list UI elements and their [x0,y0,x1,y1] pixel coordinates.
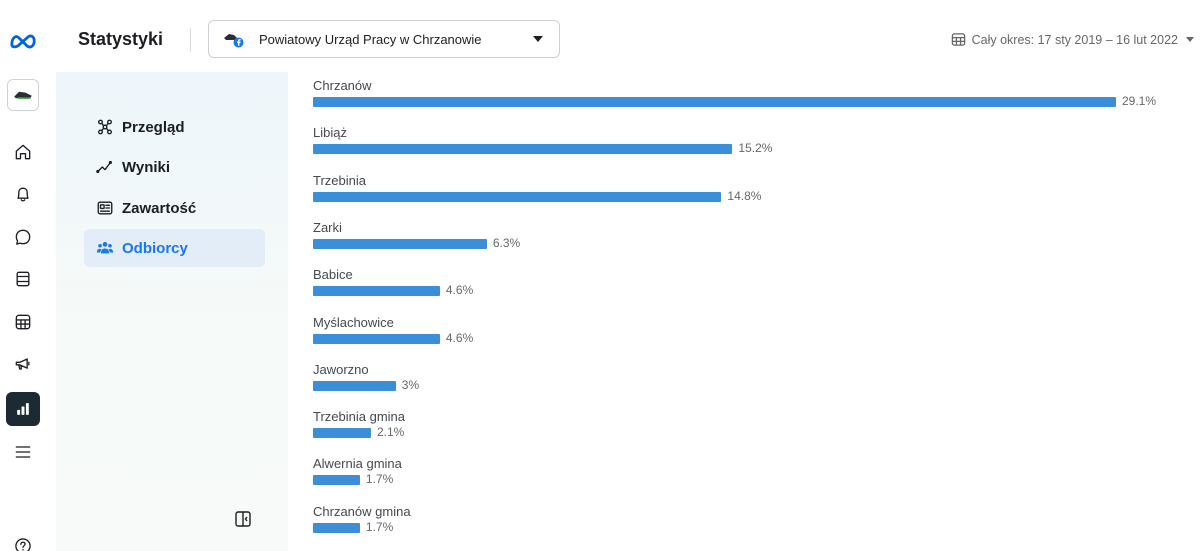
chart-row: Babice 4.6% [313,267,1193,307]
bar[interactable] [313,522,360,533]
nav-item-label: Zawartość [122,199,197,217]
chart-row: Chrzanów 29.1% [313,78,1193,118]
chart-row: Myślachowice 4.6% [313,315,1193,355]
audience-location-chart: Chrzanów 29.1% Libiąż 15.2% Trzebinia 14.8% Za… [288,72,1200,551]
bar[interactable] [313,144,733,155]
category-label: Chrzanów gmina [313,503,411,519]
page-avatar-icon[interactable] [7,79,39,111]
nav-item-audience[interactable]: Odbiorcy [84,229,265,267]
value-label: 2.1% [376,425,405,440]
chevron-down-icon [1186,37,1194,42]
chart-row: Zarki 6.3% [313,220,1193,260]
value-label: 6.3% [492,235,521,250]
page-selector-dropdown[interactable]: Powiatowy Urząd Pracy w Chrzanowie [208,20,560,58]
nav-item-label: Wyniki [122,158,171,176]
value-label: 4.6% [445,283,474,298]
page-title: Statystyki [78,29,164,49]
nav-item-content[interactable]: Zawartość [84,189,265,227]
content-icon[interactable] [8,264,38,294]
category-label: Chrzanów [313,78,372,93]
chart-row: Alwernia gmina 1.7% [313,456,1193,496]
messages-icon[interactable] [8,222,38,252]
results-trend-icon [96,160,112,174]
nav-item-label: Przegląd [122,118,185,136]
audience-people-icon [96,242,114,254]
value-label: 29.1% [1122,94,1157,108]
category-label: Trzebinia gmina [313,409,406,425]
global-nav-rail [0,0,46,551]
value-label: 1.7% [365,472,394,487]
calendar-icon [951,33,965,46]
ads-megaphone-icon[interactable] [8,349,38,379]
bar[interactable] [313,380,396,391]
category-label: Libiąż [313,125,347,141]
title-divider [190,28,191,52]
planner-icon[interactable] [8,307,38,337]
value-label: 4.6% [445,330,474,345]
chart-row: Libiąż 15.2% [313,125,1193,165]
category-label: Babice [313,267,353,283]
category-label: Alwernia gmina [313,456,402,472]
meta-logo-icon[interactable] [8,26,38,56]
bar[interactable] [313,191,722,202]
chart-row: Trzebinia 14.8% [313,173,1193,213]
chevron-down-icon [533,36,543,42]
help-icon[interactable] [8,531,38,551]
nav-item-label: Odbiorcy [122,239,188,257]
content-card-icon [97,201,113,215]
home-icon[interactable] [8,137,38,167]
collapse-panel-icon[interactable] [234,510,252,528]
page-name-label: Powiatowy Urząd Pracy w Chrzanowie [259,31,482,47]
value-label: 15.2% [738,141,773,156]
overview-nodes-icon [98,119,112,135]
category-label: Myślachowice [313,314,394,330]
category-label: Trzebinia [313,172,366,188]
chart-row: Jaworzno 3% [313,362,1193,402]
value-label: 3% [401,377,420,392]
top-header: Statystyki Powiatowy Urząd Pracy w Chrza… [46,0,1200,72]
bar[interactable] [313,475,360,486]
notifications-bell-icon[interactable] [8,179,38,209]
nav-item-overview[interactable]: Przegląd [84,108,265,146]
bar[interactable] [313,428,371,439]
category-label: Zarki [313,219,342,235]
bar[interactable] [313,333,440,344]
category-label: Jaworzno [313,361,369,377]
bar[interactable] [313,286,440,297]
bar[interactable] [313,97,1116,107]
bar[interactable] [313,238,487,249]
nav-item-results[interactable]: Wyniki [84,148,265,186]
insights-section-nav: Przegląd Wyniki Zawartość Odbiorcy [56,72,288,551]
insights-icon[interactable] [6,392,40,426]
date-range-picker[interactable]: Cały okres: 17 sty 2019 – 16 lut 2022 [951,32,1194,47]
menu-icon[interactable] [8,437,38,467]
value-label: 14.8% [727,188,762,203]
page-profile-icon [223,30,245,48]
value-label: 1.7% [365,519,394,534]
date-range-label: Cały okres: 17 sty 2019 – 16 lut 2022 [971,32,1178,47]
chart-row: Trzebinia gmina 2.1% [313,409,1193,449]
app-root: Statystyki Powiatowy Urząd Pracy w Chrza… [0,0,1200,551]
chart-row: Chrzanów gmina 1.7% [313,504,1193,544]
